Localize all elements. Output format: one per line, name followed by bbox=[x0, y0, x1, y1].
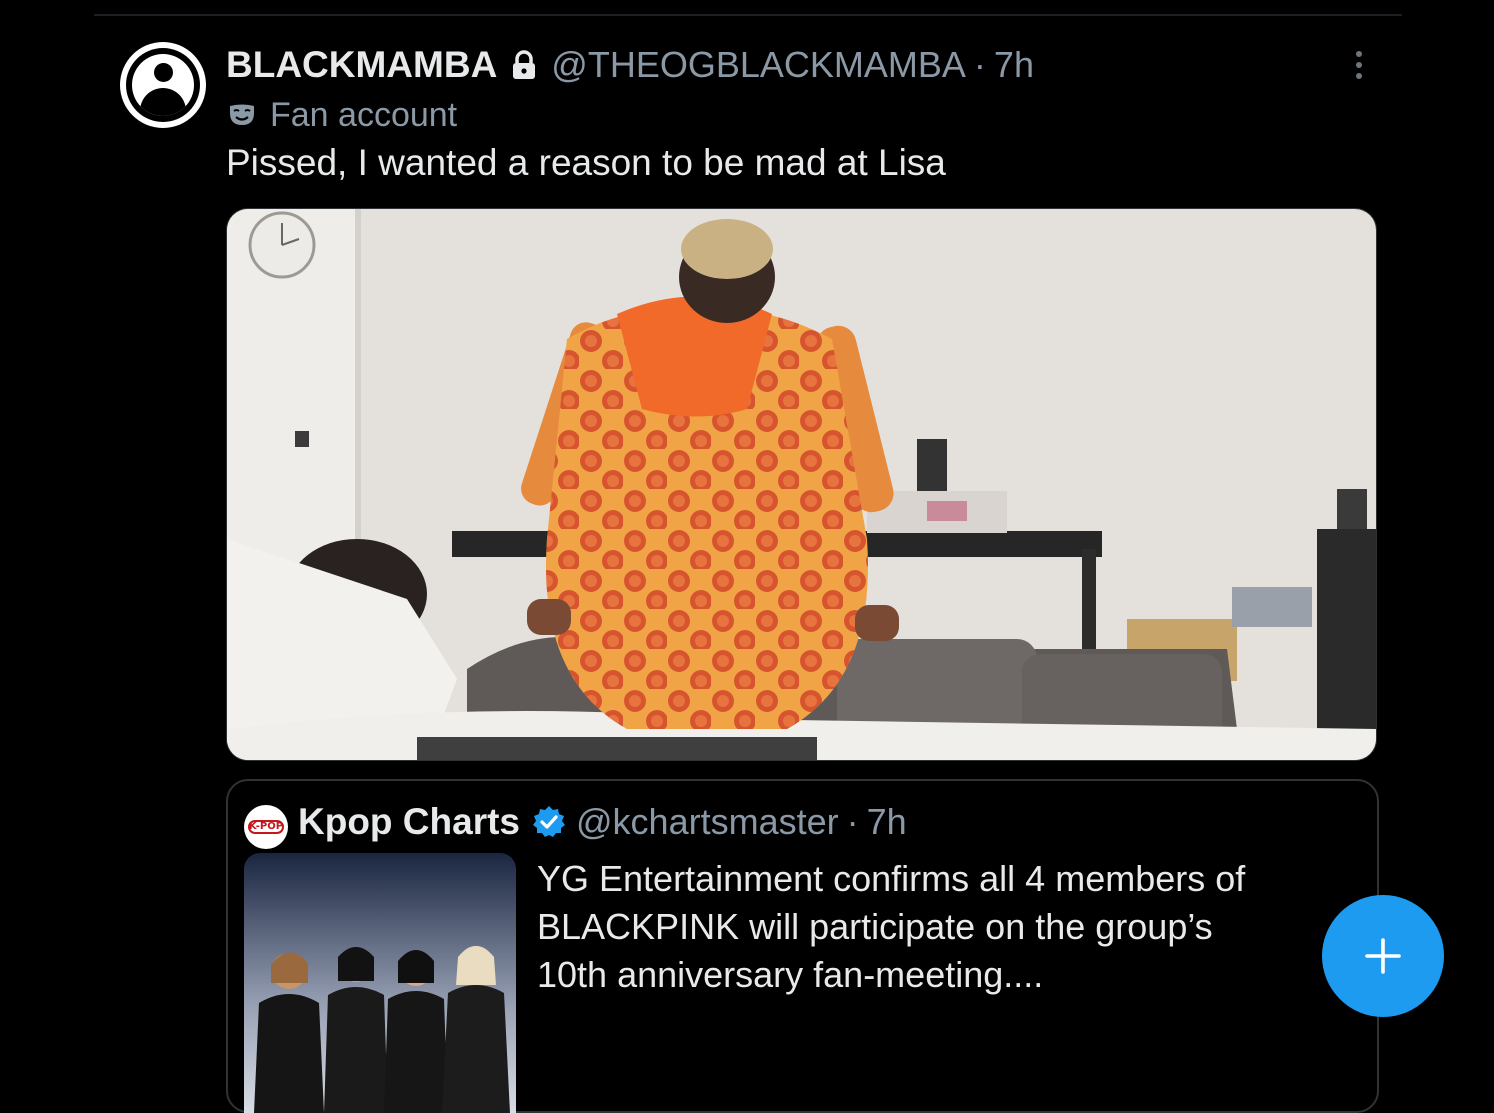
quoted-separator: · bbox=[846, 801, 859, 842]
header-separator: · bbox=[973, 44, 986, 85]
mask-icon bbox=[230, 104, 254, 125]
quoted-handle[interactable]: @kchartsmaster bbox=[576, 801, 839, 843]
account-label[interactable]: Fan account bbox=[228, 94, 457, 136]
compose-button[interactable] bbox=[1322, 895, 1444, 1017]
quoted-avatar[interactable]: K-POP bbox=[244, 805, 288, 849]
plus-icon bbox=[1365, 938, 1401, 974]
verified-badge-icon bbox=[533, 806, 565, 837]
post-handle[interactable]: @THEOGBLACKMAMBA bbox=[551, 44, 966, 86]
user-avatar[interactable] bbox=[120, 42, 206, 128]
default-avatar-icon bbox=[132, 54, 194, 116]
post-image[interactable] bbox=[226, 208, 1377, 761]
account-label-text: Fan account bbox=[270, 95, 458, 134]
quoted-timestamp[interactable]: 7h bbox=[867, 801, 907, 843]
quoted-display-name[interactable]: Kpop Charts bbox=[298, 801, 520, 843]
post-timestamp[interactable]: 7h bbox=[994, 44, 1034, 86]
post-header: BLACKMAMBA @THEOGBLACKMAMBA · 7h bbox=[226, 42, 1034, 88]
quoted-post[interactable]: K-POP Kpop Charts @kchartsmaster · 7h YG… bbox=[226, 779, 1379, 1113]
timeline-divider bbox=[94, 14, 1402, 16]
quoted-header: Kpop Charts @kchartsmaster · 7h bbox=[298, 799, 907, 845]
quoted-thumbnail[interactable] bbox=[244, 853, 516, 1113]
lock-icon bbox=[513, 50, 536, 79]
post-text: Pissed, I wanted a reason to be mad at L… bbox=[226, 142, 946, 183]
quoted-avatar-logo-text: K-POP bbox=[248, 821, 284, 832]
quoted-text-line-3: 10th anniversary fan-meeting.... bbox=[537, 954, 1044, 995]
more-vertical-icon[interactable] bbox=[1348, 48, 1370, 82]
post-display-name[interactable]: BLACKMAMBA bbox=[226, 44, 497, 86]
quoted-text: YG Entertainment confirms all 4 members … bbox=[537, 855, 1337, 999]
quoted-text-line-2: BLACKPINK will participate on the group’… bbox=[537, 906, 1213, 947]
quoted-text-line-1: YG Entertainment confirms all 4 members … bbox=[537, 858, 1246, 899]
